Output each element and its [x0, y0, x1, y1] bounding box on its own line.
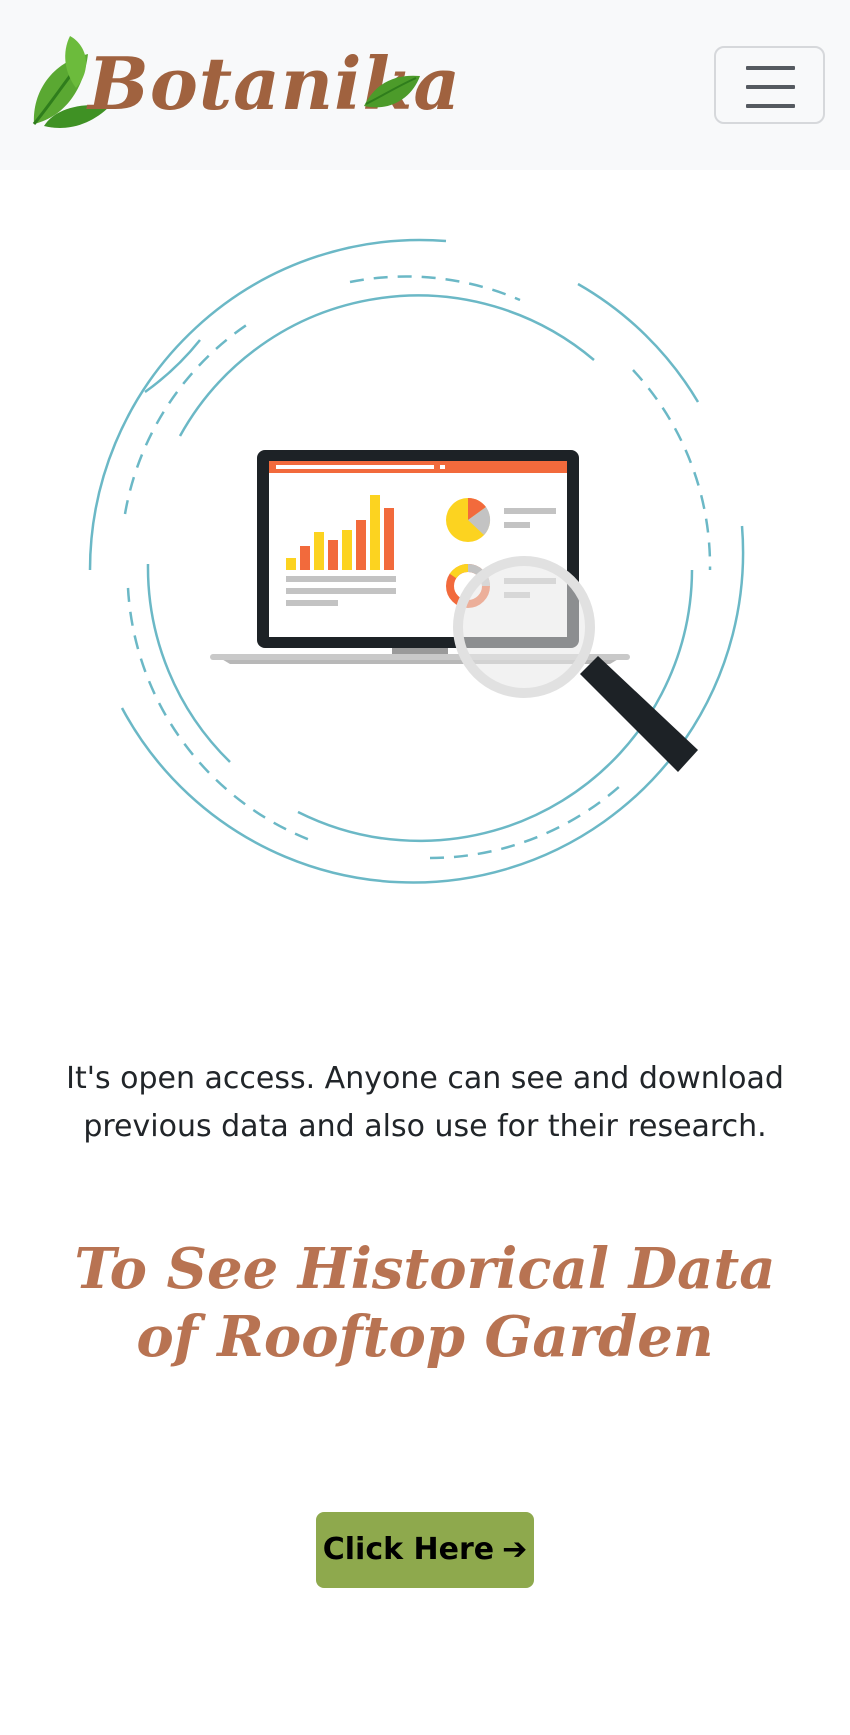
click-here-button[interactable]: Click Here ➔ — [316, 1512, 534, 1588]
navbar-toggler-button[interactable] — [714, 46, 825, 124]
hamburger-menu-icon-bottom — [746, 104, 795, 108]
page-headline: To See Historical Data of Rooftop Garden — [74, 1236, 776, 1370]
laptop-analytics-magnifier-illustration — [88, 238, 745, 884]
hamburger-menu-icon — [746, 66, 795, 70]
brand-logo[interactable]: Botanika — [26, 36, 460, 132]
click-here-label: Click Here — [322, 1532, 495, 1567]
hamburger-menu-icon-middle — [746, 85, 795, 89]
leaf-icon — [364, 75, 420, 108]
arrow-right-icon: ➔ — [502, 1532, 528, 1567]
open-access-description: It's open access. Anyone can see and dow… — [66, 1061, 784, 1144]
navbar: Botanika — [0, 0, 850, 170]
